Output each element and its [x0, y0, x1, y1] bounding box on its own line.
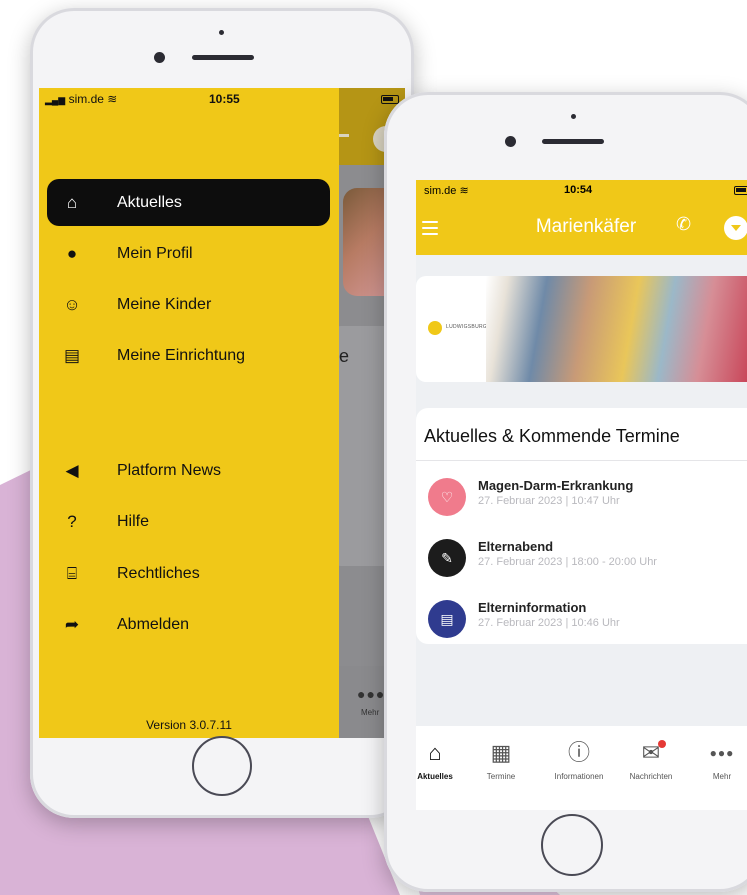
battery-icon — [381, 95, 399, 104]
document-icon: ▤ — [428, 600, 466, 638]
event-title: Elternabend — [478, 539, 554, 554]
menu-item-mein-profil[interactable]: ● Mein Profil — [47, 230, 330, 277]
menu-item-hilfe[interactable]: ? Hilfe — [47, 498, 330, 545]
event-date: 27. Februar 2023 | 10:47 Uhr — [478, 495, 620, 507]
home-button[interactable] — [192, 736, 252, 796]
bank-icon: ⌸ — [66, 563, 78, 583]
person-icon: ● — [66, 243, 78, 263]
menu-item-abmelden[interactable]: ➦ Abmelden — [47, 601, 330, 648]
menu-item-platform-news[interactable]: ◀ Platform News — [47, 447, 330, 494]
ludwigsburg-logo — [428, 321, 442, 335]
tab-mehr[interactable]: ●●● Mehr — [689, 740, 747, 781]
battery-icon — [734, 186, 747, 195]
banner-photo — [486, 276, 747, 382]
menu-item-aktuelles[interactable]: ⌂ Aktuelles — [47, 179, 330, 226]
wifi-icon: ≋ — [107, 92, 118, 106]
speaker — [542, 139, 604, 144]
left-phone-frame: e ●●● Mehr ▂▄▆ sim.de ≋ 10:55 ⌂ Aktuelle… — [30, 8, 414, 818]
event-item[interactable]: ♡ Magen-Darm-Erkrankung 27. Februar 2023… — [428, 478, 743, 518]
hamburger-menu-icon[interactable] — [422, 221, 438, 239]
menu-item-meine-kinder[interactable]: ☺ Meine Kinder — [47, 281, 330, 328]
dimmed-title-fragment — [339, 134, 349, 137]
tab-aktuelles[interactable]: ⌂ Aktuelles — [416, 740, 468, 781]
mail-icon: ✉ — [618, 740, 684, 766]
question-icon: ? — [67, 511, 77, 531]
child-face-icon: ☺ — [63, 294, 81, 314]
event-title: Magen-Darm-Erkrankung — [478, 478, 634, 493]
home-icon: ⌂ — [428, 740, 442, 765]
carrier: sim.de ≋ — [424, 185, 469, 197]
sensor-dot — [571, 114, 576, 119]
notification-badge — [658, 740, 666, 748]
tab-informationen[interactable]: ⓘ Informationen — [546, 740, 612, 781]
dimmed-card-title: e — [339, 346, 350, 366]
info-icon: ⓘ — [567, 740, 590, 765]
more-icon: ●●● — [709, 746, 735, 760]
app-header: sim.de ≋ 10:54 Marienkäfer ✆ — [416, 180, 747, 255]
status-time: 10:54 — [564, 184, 593, 196]
front-camera — [505, 136, 516, 147]
chalkboard-icon: ✎ — [428, 539, 466, 577]
page-title: Marienkäfer — [535, 216, 637, 237]
event-date: 27. Februar 2023 | 18:00 - 20:00 Uhr — [478, 556, 657, 568]
card-title: Aktuelles & Kommende Termine — [424, 426, 680, 446]
more-icon: ●●● — [357, 686, 386, 702]
status-time: 10:55 — [209, 92, 240, 106]
bottom-tab-bar: ⌂ Aktuelles ▦ Termine ⓘ Informationen ✉ … — [416, 726, 747, 810]
tab-termine[interactable]: ▦ Termine — [468, 740, 534, 781]
left-screen: e ●●● Mehr ▂▄▆ sim.de ≋ 10:55 ⌂ Aktuelle… — [39, 88, 405, 738]
divider — [416, 460, 747, 461]
profile-dropdown-button[interactable] — [724, 216, 747, 240]
wifi-icon: ≋ — [459, 185, 469, 197]
megaphone-icon: ◀ — [65, 460, 79, 480]
home-icon: ⌂ — [66, 192, 78, 212]
calendar-icon: ▦ — [490, 740, 512, 765]
menu-item-rechtliches[interactable]: ⌸ Rechtliches — [47, 550, 330, 597]
tab-nachrichten[interactable]: ✉ Nachrichten — [618, 740, 684, 781]
speaker — [192, 55, 254, 60]
carrier: ▂▄▆ sim.de ≋ — [45, 92, 118, 106]
app-version: Version 3.0.7.11 — [146, 718, 232, 732]
logout-icon: ➦ — [64, 614, 80, 634]
heart-icon: ♡ — [428, 478, 466, 516]
event-item[interactable]: ✎ Elternabend 27. Februar 2023 | 18:00 -… — [428, 539, 743, 579]
banner-logo-text: LUDWIGSBURG — [446, 324, 488, 330]
event-title: Elterninformation — [478, 600, 587, 615]
navigation-drawer: ▂▄▆ sim.de ≋ 10:55 ⌂ Aktuelles ● Mein Pr… — [39, 88, 339, 738]
kita-banner: LUDWIGSBURG — [416, 276, 747, 382]
right-screen: sim.de ≋ 10:54 Marienkäfer ✆ LUDWIGSBURG… — [416, 180, 747, 810]
signal-icon: ▂▄▆ — [45, 95, 66, 105]
front-camera — [154, 52, 165, 63]
home-button[interactable] — [541, 814, 603, 876]
event-item[interactable]: ▤ Elterninformation 27. Februar 2023 | 1… — [428, 600, 743, 640]
event-date: 27. Februar 2023 | 10:46 Uhr — [478, 617, 620, 629]
right-phone-frame: sim.de ≋ 10:54 Marienkäfer ✆ LUDWIGSBURG… — [384, 92, 747, 892]
menu-item-meine-einrichtung[interactable]: ▤ Meine Einrichtung — [47, 332, 330, 379]
dimmed-more-label: Mehr — [361, 708, 380, 717]
sensor-dot — [219, 30, 224, 35]
document-icon: ▤ — [63, 345, 81, 365]
phone-icon[interactable]: ✆ — [676, 214, 691, 235]
events-card: Aktuelles & Kommende Termine ♡ Magen-Dar… — [416, 408, 747, 644]
